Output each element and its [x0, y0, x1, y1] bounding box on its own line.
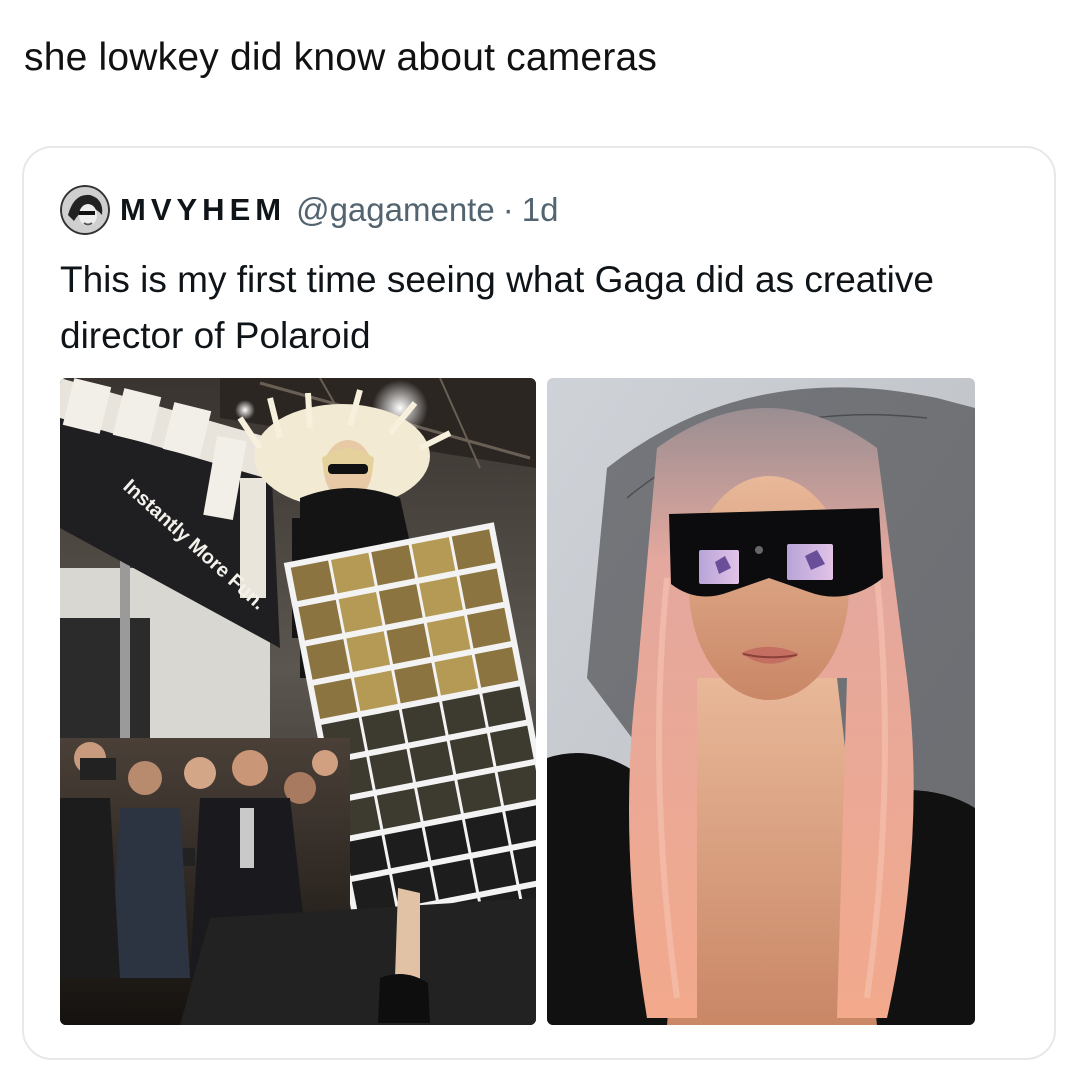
caption: she lowkey did know about cameras	[24, 36, 658, 79]
avatar[interactable]	[60, 185, 110, 235]
tweet-author-row: MVYHEM @gagamente · 1d	[60, 184, 558, 236]
separator-dot: ·	[502, 191, 514, 228]
tweet-text: This is my first time seeing what Gaga d…	[60, 259, 934, 356]
tweet-age[interactable]: 1d	[522, 191, 559, 229]
quoted-tweet-card[interactable]: MVYHEM @gagamente · 1d This is my first …	[22, 146, 1056, 1060]
tweet-photo-camera-glasses[interactable]	[547, 378, 975, 1025]
user-handle[interactable]: @gagamente	[296, 191, 495, 229]
display-name[interactable]: MVYHEM	[120, 192, 286, 228]
tweet-photo-polaroid-event[interactable]: Instantly More Fun.	[60, 378, 536, 1025]
